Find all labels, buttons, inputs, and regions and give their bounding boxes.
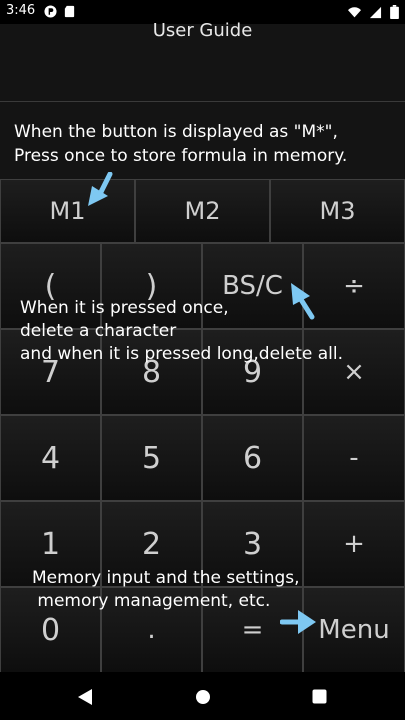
arrow-to-bsc-icon xyxy=(291,283,315,320)
status-time: 3:46 xyxy=(6,3,36,18)
memory-row: M1 M2 M3 xyxy=(0,179,405,243)
guide-box: When the button is displayed as "M*", Pr… xyxy=(0,101,405,180)
recents-icon[interactable] xyxy=(312,689,327,704)
memory-button-m2[interactable]: M2 xyxy=(135,179,270,243)
home-icon[interactable] xyxy=(195,689,211,705)
arrow-to-m1-icon xyxy=(88,172,113,206)
key-5[interactable]: 5 xyxy=(101,415,202,501)
sd-card-icon xyxy=(64,5,75,18)
p-badge-icon xyxy=(44,5,57,18)
wifi-icon xyxy=(348,6,361,17)
menu-guide-text: Memory input and the settings, memory ma… xyxy=(32,568,300,611)
signal-icon xyxy=(369,6,382,18)
page-title: User Guide xyxy=(152,20,253,41)
battery-icon xyxy=(390,5,399,19)
memory-button-m1[interactable]: M1 xyxy=(0,179,135,243)
key-plus[interactable]: + xyxy=(303,501,405,587)
back-icon[interactable] xyxy=(77,688,93,706)
menu-button[interactable]: Menu xyxy=(303,587,405,673)
key-4[interactable]: 4 xyxy=(0,415,101,501)
arrow-to-menu-icon xyxy=(280,610,316,634)
key-minus[interactable]: - xyxy=(303,415,405,501)
key-6[interactable]: 6 xyxy=(202,415,303,501)
memory-button-m3[interactable]: M3 xyxy=(270,179,405,243)
memory-guide-text: When the button is displayed as "M*", Pr… xyxy=(14,122,348,166)
